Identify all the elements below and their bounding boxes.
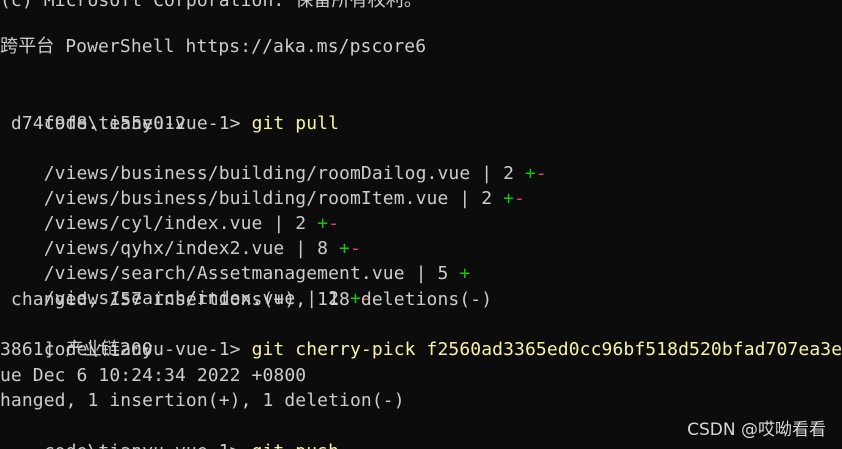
plus-marker: + (503, 188, 515, 209)
minus-marker: - (514, 188, 525, 209)
prompt-text: code\tianyu-vue-1> (44, 441, 252, 449)
plus-marker: + (459, 263, 471, 284)
command-text: git push (252, 441, 340, 449)
terminal-line-git-push: code\tianyu-vue-1> git push (0, 414, 339, 449)
terminal-line-summary: changed, 157 insertions(+), 118 deletion… (0, 289, 493, 310)
watermark: CSDN @哎呦看看 (687, 420, 826, 440)
terminal-window[interactable]: (c) Microsoft Corporation. 保留所有权利。 跨平台 P… (0, 0, 842, 449)
terminal-line-cherry-pick: code\tianyu-vue-1> git cherry-pick f2560… (0, 312, 842, 360)
terminal-line-range: d74f9f8..e55e012 (0, 113, 186, 134)
terminal-line-file-change: /views/qyhx/index2.vue | 8 +- (0, 211, 361, 259)
command-text: git pull (251, 113, 340, 134)
terminal-line-powershell-link: 跨平台 PowerShell https://aka.ms/pscore6 (0, 36, 427, 57)
plus-marker: + (524, 163, 536, 184)
command-text: git cherry-pick f2560ad3365ed0cc96bf518d… (251, 339, 842, 360)
terminal-line-file-change: /views/business/building/roomDailog.vue … (0, 136, 547, 184)
terminal-line-file-change: /views/search/index.vue | 2 +- (0, 261, 372, 309)
minus-marker: - (535, 163, 547, 184)
terminal-line-git-pull: code\tianyu-vue-1> git pull (0, 86, 339, 134)
terminal-line-change-count: hanged, 1 insertion(+), 1 deletion(-) (0, 390, 405, 411)
terminal-line-copyright: (c) Microsoft Corporation. 保留所有权利。 (0, 0, 422, 11)
terminal-line-date: ue Dec 6 10:24:34 2022 +0800 (0, 365, 307, 386)
terminal-line-file-change: /views/search/Assetmanagement.vue | 5 + (0, 236, 470, 284)
terminal-line-commit: 3861] 产业链200 (0, 339, 153, 360)
terminal-line-file-change: /views/cyl/index.vue | 2 +- (0, 186, 339, 234)
terminal-line-file-change: /views/business/building/roomItem.vue | … (0, 161, 525, 209)
